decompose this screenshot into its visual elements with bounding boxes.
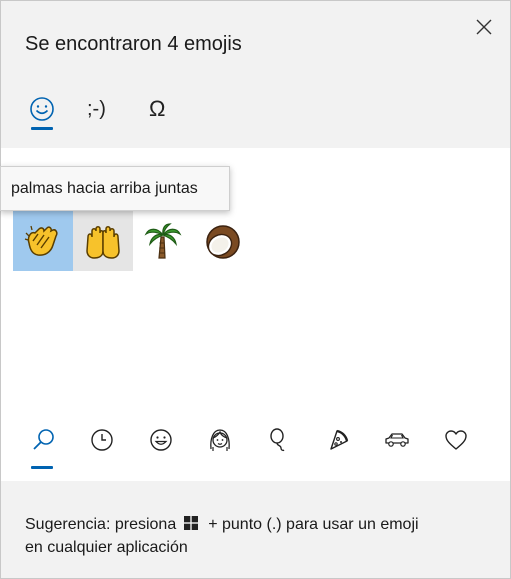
tab-kaomoji-label: ;-) xyxy=(87,97,106,120)
panel-header: Se encontraron 4 emojis ;-) Ω xyxy=(1,1,510,148)
category-people[interactable] xyxy=(190,415,249,465)
close-icon xyxy=(476,19,492,35)
tab-kaomoji[interactable]: ;-) xyxy=(85,87,145,131)
person-icon xyxy=(209,429,230,451)
smiley-face-icon xyxy=(149,429,172,451)
tab-symbols[interactable]: Ω xyxy=(145,87,205,131)
pizza-icon xyxy=(329,429,348,450)
close-button[interactable] xyxy=(472,15,496,39)
clock-icon xyxy=(90,429,113,451)
category-food[interactable] xyxy=(308,415,367,465)
emoji-palm-tree[interactable] xyxy=(133,211,193,271)
category-recent[interactable] xyxy=(72,415,131,465)
hint-part-1: Sugerencia: presiona xyxy=(25,516,177,533)
emoji-tooltip: palmas hacia arriba juntas xyxy=(0,166,230,211)
category-travel[interactable] xyxy=(367,415,426,465)
windows-logo-icon xyxy=(184,516,199,530)
clapping-hands-emoji xyxy=(24,225,58,256)
category-selected-indicator xyxy=(31,466,53,469)
hint-part-3: en cualquier aplicación xyxy=(25,539,188,556)
emoji-panel: Se encontraron 4 emojis ;-) Ω palmas hac… xyxy=(0,0,511,579)
emoji-coconut[interactable] xyxy=(193,211,253,271)
car-icon xyxy=(384,433,409,447)
search-icon xyxy=(32,429,54,450)
category-search[interactable] xyxy=(13,415,72,469)
hint-text: Sugerencia: presiona + punto (.) para us… xyxy=(25,513,485,559)
emoji-clapping-hands[interactable] xyxy=(13,211,73,271)
tab-emoji[interactable] xyxy=(25,87,85,131)
smiley-icon xyxy=(30,97,54,121)
hint-footer: Sugerencia: presiona + punto (.) para us… xyxy=(1,481,510,578)
tab-selected-indicator xyxy=(31,127,53,130)
tab-symbols-label: Ω xyxy=(149,96,166,121)
category-smileys[interactable] xyxy=(131,415,190,465)
heart-icon xyxy=(444,430,467,450)
palms-up-together-emoji xyxy=(86,226,120,259)
coconut-emoji xyxy=(206,225,240,259)
balloon-icon xyxy=(269,428,284,452)
page-title: Se encontraron 4 emojis xyxy=(25,33,242,55)
hint-part-2: + punto (.) para usar un emoji xyxy=(208,516,419,533)
emoji-results-grid xyxy=(13,211,253,271)
category-bar xyxy=(13,415,485,469)
emoji-palms-up-together[interactable] xyxy=(73,211,133,271)
tab-bar: ;-) Ω xyxy=(25,87,205,131)
category-celebration[interactable] xyxy=(249,415,308,465)
palm-tree-emoji xyxy=(144,223,182,259)
category-symbols[interactable] xyxy=(426,415,485,465)
